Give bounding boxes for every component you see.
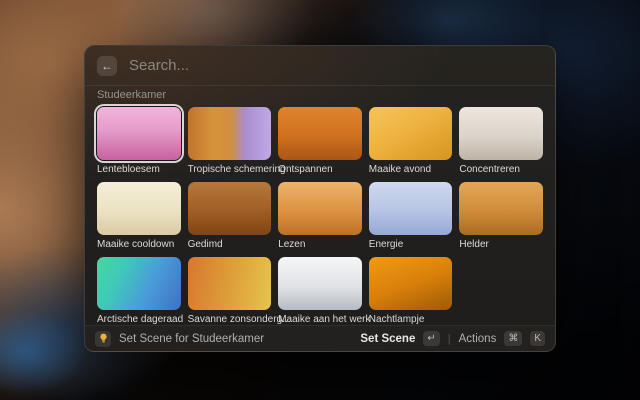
scene-label: Nachtlampje: [369, 313, 453, 325]
scene-label: Maaike avond: [369, 163, 453, 176]
scene-card[interactable]: Nachtlampje: [369, 257, 453, 325]
scene-thumbnail[interactable]: [459, 182, 543, 235]
scene-card[interactable]: Savanne zonsonderg...: [188, 257, 272, 325]
scene-thumbnail[interactable]: [188, 182, 272, 235]
scene-thumbnail[interactable]: [278, 182, 362, 235]
section-title: Studeerkamer: [97, 89, 543, 102]
scene-card[interactable]: Arctische dageraad: [97, 257, 181, 325]
footer-status: Set Scene for Studeerkamer: [119, 333, 352, 345]
back-icon: ←: [101, 59, 113, 73]
scene-label: Tropische schemering: [188, 163, 272, 176]
scene-picker-window: ← Studeerkamer Lentebloesem Tropische sc…: [84, 45, 556, 352]
scene-label: Ontspannen: [278, 163, 362, 176]
actions-button[interactable]: Actions: [459, 333, 497, 345]
k-key-badge: K: [530, 331, 545, 346]
scene-label: Gedimd: [188, 238, 272, 251]
scene-card[interactable]: Tropische schemering: [188, 107, 272, 176]
lightbulb-icon: [95, 331, 111, 347]
scene-thumbnail[interactable]: [459, 107, 543, 160]
scene-label: Concentreren: [459, 163, 543, 176]
desktop-wallpaper: ← Studeerkamer Lentebloesem Tropische sc…: [0, 0, 640, 400]
scene-label: Arctische dageraad: [97, 313, 181, 325]
scene-list-panel: Studeerkamer Lentebloesem Tropische sche…: [85, 86, 555, 325]
scene-thumbnail[interactable]: [369, 107, 453, 160]
scene-label: Lezen: [278, 238, 362, 251]
scene-card[interactable]: Maaike cooldown: [97, 182, 181, 251]
scene-label: Maaike aan het werk: [278, 313, 362, 325]
scene-card[interactable]: Lezen: [278, 182, 362, 251]
scene-thumbnail[interactable]: [188, 107, 272, 160]
scene-thumbnail[interactable]: [369, 257, 453, 310]
scene-card[interactable]: Energie: [369, 182, 453, 251]
command-key-badge: ⌘: [504, 331, 522, 346]
scene-thumbnail[interactable]: [278, 107, 362, 160]
scene-card[interactable]: Gedimd: [188, 182, 272, 251]
footer-separator: |: [448, 333, 451, 345]
set-scene-button[interactable]: Set Scene: [360, 333, 415, 345]
scene-label: Savanne zonsonderg...: [188, 313, 272, 325]
scene-thumbnail[interactable]: [188, 257, 272, 310]
search-bar: ←: [85, 46, 555, 85]
scene-label: Maaike cooldown: [97, 238, 181, 251]
scene-card[interactable]: Maaike avond: [369, 107, 453, 176]
scene-label: Energie: [369, 238, 453, 251]
scene-label: Lentebloesem: [97, 163, 181, 176]
scene-thumbnail[interactable]: [97, 257, 181, 310]
scene-card[interactable]: Maaike aan het werk: [278, 257, 362, 325]
scene-card[interactable]: Helder: [459, 182, 543, 251]
footer-bar: Set Scene for Studeerkamer Set Scene ↵ |…: [85, 326, 555, 351]
scene-card[interactable]: Ontspannen: [278, 107, 362, 176]
scene-thumbnail[interactable]: [278, 257, 362, 310]
scene-thumbnail[interactable]: [97, 107, 181, 160]
scene-card[interactable]: Lentebloesem: [97, 107, 181, 176]
scene-thumbnail[interactable]: [369, 182, 453, 235]
back-button[interactable]: ←: [97, 56, 117, 76]
scene-card[interactable]: Concentreren: [459, 107, 543, 176]
return-key-badge: ↵: [423, 331, 439, 346]
search-input[interactable]: [127, 56, 543, 75]
scene-thumbnail[interactable]: [97, 182, 181, 235]
scene-grid: Lentebloesem Tropische schemering Ontspa…: [97, 107, 543, 325]
scene-label: Helder: [459, 238, 543, 251]
